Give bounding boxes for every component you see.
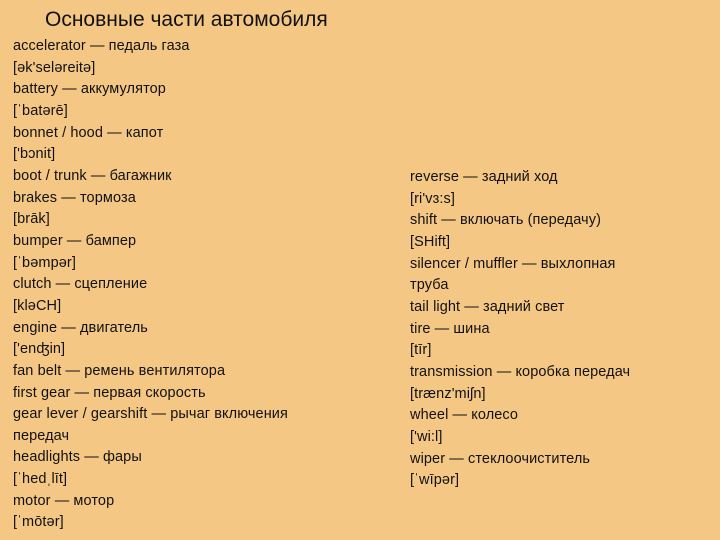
transcription-line: [kləCH] xyxy=(13,297,62,314)
vocab-line-continuation: передач xyxy=(13,427,70,444)
vocab-line: headlights — фары xyxy=(13,449,142,466)
transcription-line: ['bɔnit] xyxy=(13,146,56,163)
vocab-line: tail light — задний свет xyxy=(410,298,565,315)
transcription-line: [ˈwīpər] xyxy=(410,472,460,489)
transcription-line: [ˈbəmpər] xyxy=(13,254,76,271)
vocab-line: shift — включать (передачу) xyxy=(410,212,601,229)
transcription-line: [ək'seləreitə] xyxy=(13,59,96,76)
page-title: Основные части автомобиля xyxy=(45,8,328,31)
vocab-line: bonnet / hood — капот xyxy=(13,124,164,141)
transcription-line: ['enʤin] xyxy=(13,341,66,358)
vocab-line: reverse — задний ход xyxy=(410,169,558,185)
vocab-line: transmission — коробка передач xyxy=(410,363,631,380)
vocab-line: battery — аккумулятор xyxy=(13,81,166,98)
vocab-line: engine — двигатель xyxy=(13,319,148,336)
vocab-line: wheel — колесо xyxy=(410,407,519,424)
vocab-line: brakes — тормоза xyxy=(13,189,136,206)
vocab-line: clutch — сцепление xyxy=(13,276,148,293)
transcription-line: [ˈbatərē] xyxy=(13,102,68,119)
vocab-line: accelerator — педаль газа xyxy=(13,38,190,54)
vocab-line: boot / trunk — багажник xyxy=(13,167,172,184)
vocab-line: bumper — бампер xyxy=(13,232,137,249)
transcription-line: [tīr] xyxy=(410,342,432,359)
vocab-line: first gear — первая скорость xyxy=(13,384,206,401)
transcription-line: [ˈhedˌlīt] xyxy=(13,471,68,488)
transcription-line: [ˈmōtər] xyxy=(13,514,64,531)
vocab-line: gear lever / gearshift — рычаг включения xyxy=(13,406,288,423)
transcription-line: [SHift] xyxy=(410,233,451,250)
transcription-line: [ri'vɜ:s] xyxy=(410,190,455,207)
vocab-line: silencer / muffler — выхлопная xyxy=(410,255,616,272)
vocab-line-continuation: труба xyxy=(410,277,449,294)
transcription-line: [brāk] xyxy=(13,211,50,228)
vocab-line: tire — шина xyxy=(410,320,490,337)
vocabulary-list-right: reverse — задний ход [ri'vɜ:s] shift — в… xyxy=(410,167,710,492)
transcription-line: ['wi:l] xyxy=(410,428,443,445)
vocab-line: fan belt — ремень вентилятора xyxy=(13,362,226,379)
vocabulary-list-left: accelerator — педаль газа [ək'seləreitə]… xyxy=(13,36,398,534)
vocab-line: motor — мотор xyxy=(13,492,115,509)
transcription-line: [trænz'miʃn] xyxy=(410,385,486,402)
vocab-line: wiper — стеклоочиститель xyxy=(410,450,591,467)
